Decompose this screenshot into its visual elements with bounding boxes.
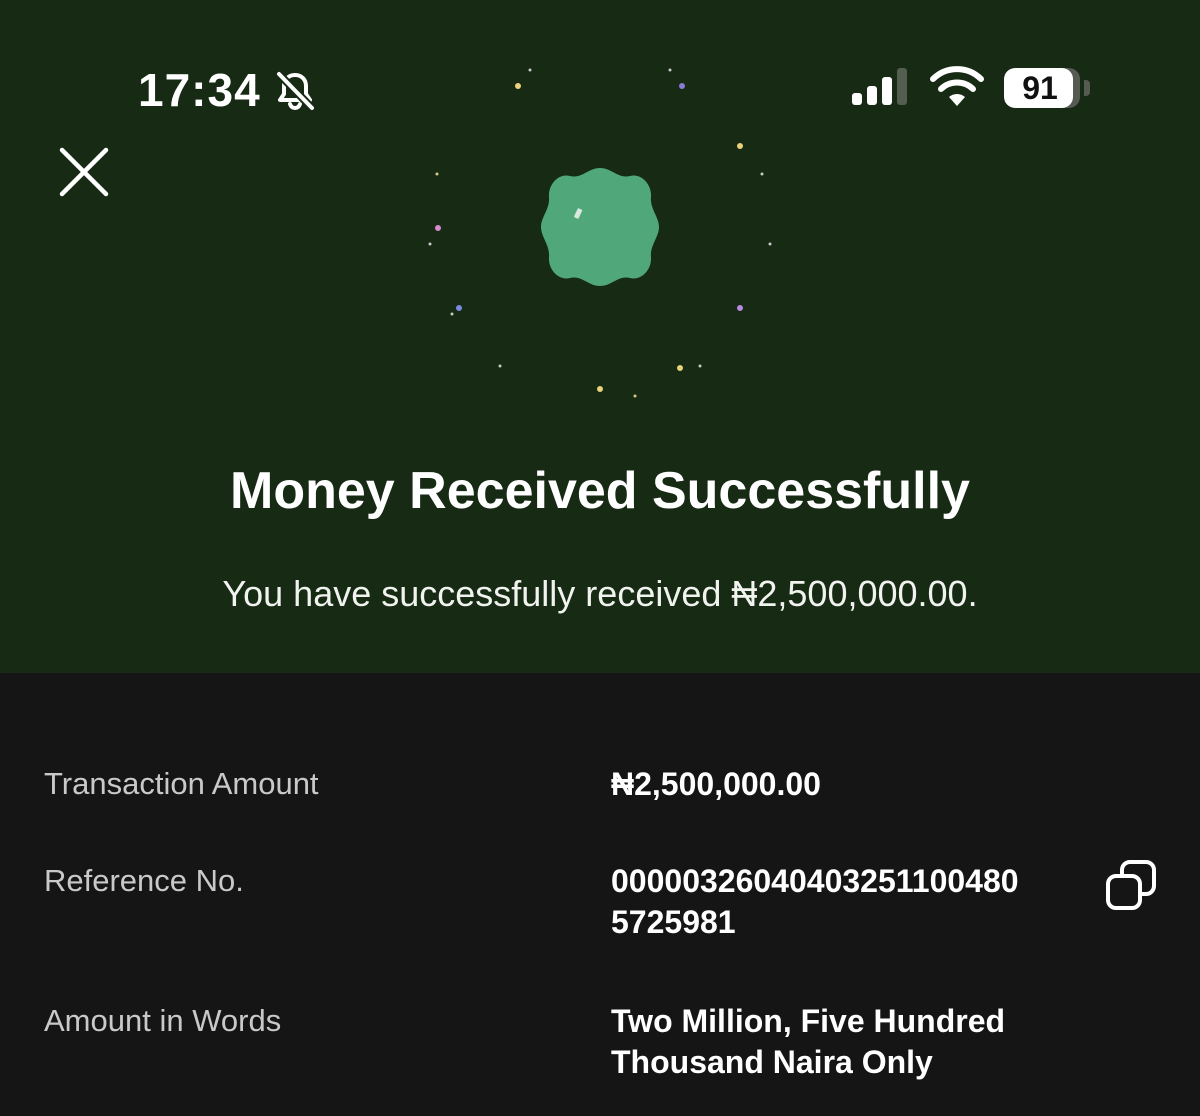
detail-label: Amount in Words xyxy=(44,1003,282,1038)
detail-value: Two Million, Five Hundred Thousand Naira… xyxy=(611,1003,1006,1080)
status-time: 17:34 xyxy=(138,64,261,116)
success-message: You have successfully received ₦2,500,00… xyxy=(222,573,978,614)
copy-icon[interactable] xyxy=(1102,858,1158,914)
battery-body: 91 xyxy=(1004,68,1080,108)
battery-icon: 91 xyxy=(1004,68,1090,108)
confetti-celebration xyxy=(428,68,772,398)
detail-label: Transaction Amount xyxy=(44,766,319,801)
reference-number: 00000326040403251100480 5725981 xyxy=(611,863,1019,940)
bell-muted-icon xyxy=(275,70,316,112)
page-title: Money Received Successfully xyxy=(230,462,970,520)
close-icon[interactable] xyxy=(56,144,112,200)
battery-cap xyxy=(1084,80,1090,96)
cellular-signal-icon xyxy=(852,68,907,105)
wifi-icon xyxy=(930,66,984,106)
detail-value: ₦2,500,000.00 xyxy=(611,766,821,802)
success-badge-icon xyxy=(541,168,659,286)
battery-level: 91 xyxy=(1022,70,1058,106)
detail-label: Reference No. xyxy=(44,863,244,898)
success-hero: 17:34 91 Money Received Successfully You… xyxy=(0,0,1200,673)
